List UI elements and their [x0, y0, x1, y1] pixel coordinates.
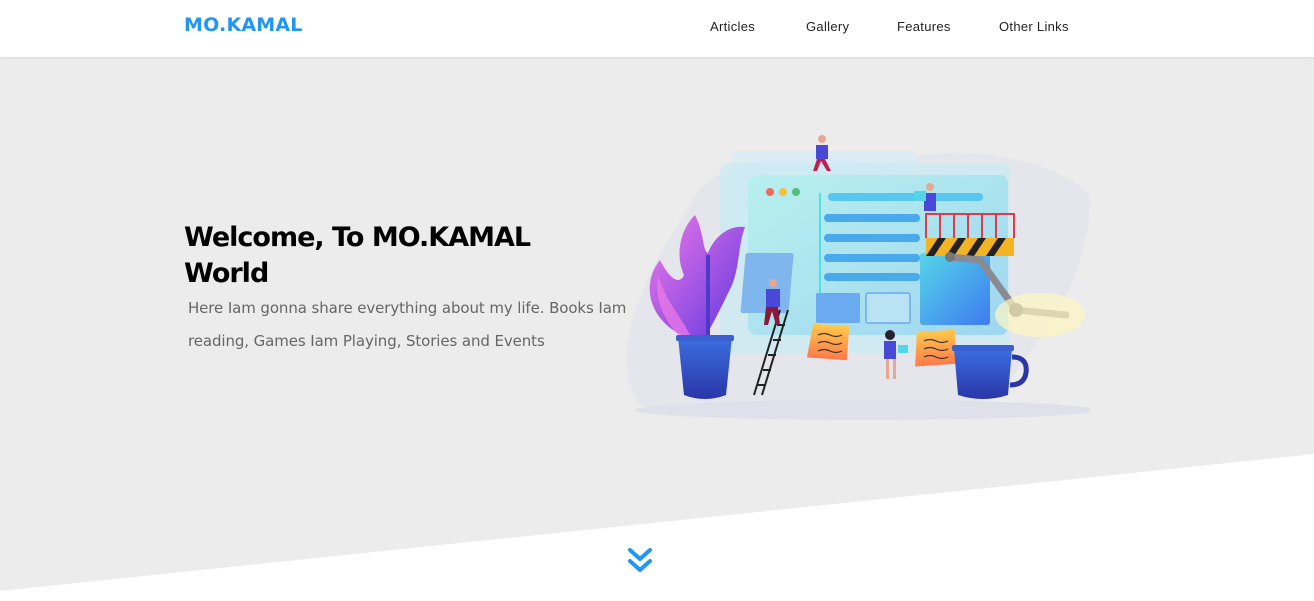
site-header: MO.KAMAL Articles Gallery Features Other… [0, 0, 1314, 57]
hero-title: Welcome, To MO.KAMAL World [184, 222, 531, 289]
hero-description: Here Iam gonna share everything about my… [188, 299, 627, 350]
nav-link-other-links[interactable]: Other Links [999, 19, 1069, 34]
nav-link-gallery[interactable]: Gallery [806, 19, 849, 34]
logo[interactable]: MO.KAMAL [184, 14, 303, 36]
nav-link-articles[interactable]: Articles [710, 19, 755, 34]
chevrons-down-icon[interactable] [626, 546, 654, 576]
nav-link-features[interactable]: Features [897, 19, 951, 34]
hero-section: Welcome, To MO.KAMAL World Here Iam gonn… [0, 57, 1314, 601]
web-design-team-illustration [626, 135, 1090, 420]
